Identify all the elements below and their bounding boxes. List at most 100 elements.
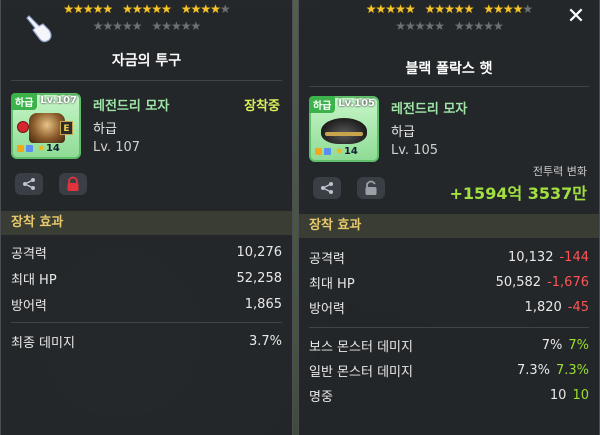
star-group-5: ★★★★★ <box>151 19 202 33</box>
star-group-2: ★★★★★ <box>122 2 172 16</box>
equipped-item-panel: ★★★★★ ★★★★★ ★★★★★ ★★★★★ ★★★★★ 자금의 투구 하급 … <box>0 0 293 435</box>
stat-value-group: 10 10 <box>550 388 589 403</box>
share-icon <box>23 178 35 190</box>
star-group-2: ★★★★★ <box>424 2 475 16</box>
additional-square-icon <box>26 145 33 152</box>
stat-row: 최대 HP 52,258 <box>11 267 282 289</box>
item-level: Lv. 105 <box>391 143 439 158</box>
stat-row: 공격력 10,276 <box>11 241 282 263</box>
equip-e-badge: E <box>60 121 73 135</box>
stat-row: 방어력 1,820 -45 <box>309 296 589 318</box>
stat-value-group: 50,582 -1,676 <box>496 275 589 290</box>
stat-value: 1,820 <box>524 299 562 315</box>
stat-value-group: 1,820 -45 <box>525 300 589 315</box>
potential-square-icon <box>17 145 24 152</box>
stat-delta: 7% <box>568 337 589 353</box>
combat-power-change-label: 전투력 변화 <box>532 165 587 178</box>
item-icon-frame[interactable]: 하급 Lv.105 ★14 <box>309 96 379 162</box>
stat-value: 10,132 <box>507 249 554 265</box>
stat-value: 3.7% <box>248 333 282 349</box>
stat-label: 명중 <box>309 389 333 405</box>
stat-divider <box>11 322 282 323</box>
equip-effect-header: 장착 효과 <box>299 214 599 238</box>
star-count: ★14 <box>335 146 358 157</box>
item-level: Lv. 107 <box>93 140 141 155</box>
stat-row: 명중 10 10 <box>309 384 589 406</box>
stat-row: 최대 HP 50,582 -1,676 <box>309 271 589 293</box>
potential-indicators: ★14 <box>17 143 60 154</box>
stat-row: 보스 몬스터 데미지 7% 7% <box>309 334 589 356</box>
stat-value: 50,582 <box>495 274 542 290</box>
additional-square-icon <box>324 148 331 155</box>
starforce-stars: ★★★★★ ★★★★★ ★★★★★ ★★★★★ ★★★★★ <box>299 2 599 36</box>
item-type-name: 레전드리 모자 <box>93 99 170 114</box>
stat-label: 방어력 <box>309 301 345 317</box>
stat-delta: -144 <box>559 249 589 265</box>
stat-value: 10,276 <box>236 244 283 260</box>
title-divider <box>11 80 282 81</box>
star-group-4: ★★★★★ <box>92 19 143 33</box>
grade-tag: 하급 <box>11 93 38 110</box>
star-group-1: ★★★★★ <box>365 2 416 16</box>
hat-icon <box>321 118 367 144</box>
item-title: 자금의 투구 <box>111 53 182 69</box>
level-tag: Lv.105 <box>338 98 375 109</box>
combat-power-change-value: +1594억 3537만 <box>449 184 587 203</box>
share-button[interactable] <box>15 173 43 195</box>
hand-cursor-icon <box>26 15 52 43</box>
stat-delta: -1,676 <box>547 274 589 290</box>
potential-square-icon <box>315 148 322 155</box>
stat-value: 7.3% <box>516 362 550 378</box>
stat-value-group: 10,132 -144 <box>508 250 589 265</box>
lock-icon <box>17 121 29 133</box>
star-group-3: ★★★★★ <box>180 2 231 16</box>
star-group-1: ★★★★★ <box>63 2 113 16</box>
stat-value: 1,865 <box>244 296 282 312</box>
unlock-button[interactable] <box>357 177 385 199</box>
stat-value: 10 <box>549 387 567 403</box>
stat-label: 보스 몬스터 데미지 <box>309 339 413 355</box>
item-type-name: 레전드리 모자 <box>391 102 468 117</box>
compare-item-panel: ★★★★★ ★★★★★ ★★★★★ ★★★★★ ★★★★★ ✕ 블랙 폴락스 햇… <box>298 0 600 435</box>
potential-indicators: ★14 <box>315 146 358 157</box>
stat-row: 방어력 1,865 <box>11 293 282 315</box>
equip-effect-header: 장착 효과 <box>1 211 292 235</box>
stat-delta: 7.3% <box>555 362 589 378</box>
stat-label: 공격력 <box>309 251 345 267</box>
level-tag: Lv.107 <box>40 95 77 106</box>
share-button[interactable] <box>313 177 341 199</box>
unlock-icon <box>365 180 377 195</box>
close-button[interactable]: ✕ <box>565 6 587 28</box>
close-icon: ✕ <box>566 4 586 29</box>
star-group-4: ★★★★★ <box>395 19 445 33</box>
stat-value-group: 7% 7% <box>542 338 589 353</box>
stat-label: 공격력 <box>11 246 47 262</box>
stat-delta: 10 <box>572 387 589 403</box>
item-grade: 하급 <box>391 125 415 140</box>
item-icon-frame[interactable]: 하급 Lv.107 E ★14 <box>11 93 81 159</box>
lock-icon <box>67 176 79 191</box>
stat-value: 7% <box>541 337 563 353</box>
stat-delta: -45 <box>567 299 589 315</box>
stat-label: 최대 HP <box>11 272 57 288</box>
stat-row: 공격력 10,132 -144 <box>309 246 589 268</box>
stat-label: 최종 데미지 <box>11 335 75 351</box>
item-title: 블랙 폴락스 햇 <box>405 61 493 77</box>
title-divider <box>309 86 589 87</box>
stat-row: 최종 데미지 3.7% <box>11 330 282 352</box>
star-group-5: ★★★★★ <box>454 19 504 33</box>
stat-row: 일반 몬스터 데미지 7.3% 7.3% <box>309 359 589 381</box>
star-group-3: ★★★★★ <box>483 2 533 16</box>
stat-label: 방어력 <box>11 298 47 314</box>
stat-label: 일반 몬스터 데미지 <box>309 364 413 380</box>
item-grade: 하급 <box>93 122 117 137</box>
stat-value: 52,258 <box>236 270 283 286</box>
equipped-status: 장착중 <box>244 99 280 114</box>
grade-tag: 하급 <box>309 96 336 113</box>
star-count: ★14 <box>37 143 60 154</box>
stat-divider <box>309 327 589 328</box>
stat-label: 최대 HP <box>309 276 355 292</box>
lock-button[interactable] <box>59 173 87 195</box>
hat-band <box>325 132 363 136</box>
stat-value-group: 7.3% 7.3% <box>517 363 589 378</box>
